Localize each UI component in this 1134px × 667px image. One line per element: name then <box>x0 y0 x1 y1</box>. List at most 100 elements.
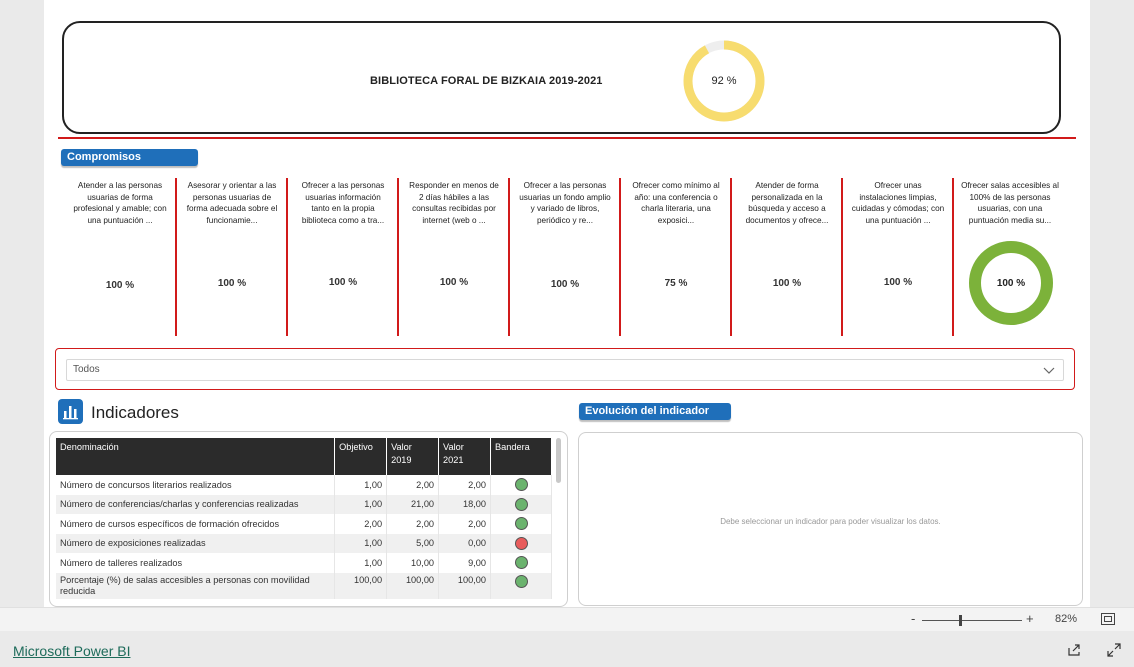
footer: Microsoft Power BI <box>0 631 1134 667</box>
cell-denominacion: Porcentaje (%) de salas accesibles a per… <box>56 572 336 599</box>
cell-objetivo: 1,00 <box>334 553 388 573</box>
zoom-slider-thumb[interactable] <box>959 615 962 626</box>
cell-denominacion: Número de exposiciones realizadas <box>56 533 336 553</box>
accessibility-donut[interactable]: 100 % <box>968 240 1054 326</box>
bar-chart-icon <box>58 399 83 424</box>
cell-denominacion: Número de cursos específicos de formació… <box>56 514 336 534</box>
column-header[interactable]: Valor 2019 <box>386 438 440 475</box>
cell-valor-2021: 2,00 <box>438 514 492 534</box>
commitment-card[interactable]: Atender de forma personalizada en la bús… <box>739 178 835 338</box>
report-canvas: BIBLIOTECA FORAL DE BIZKAIA 2019-2021 92… <box>44 0 1090 607</box>
header-card: BIBLIOTECA FORAL DE BIZKAIA 2019-2021 92… <box>62 21 1061 134</box>
table-row[interactable]: Número de conferencias/charlas y confere… <box>56 494 552 514</box>
commitment-value: 100 % <box>328 277 358 288</box>
commitment-value: 100 % <box>550 279 580 290</box>
cell-valor-2019: 5,00 <box>386 533 440 553</box>
commitments-label: Compromisos <box>67 151 141 163</box>
slicer-selected: Todos <box>73 364 100 375</box>
commitment-separator <box>397 178 399 336</box>
indicators-title: Indicadores <box>91 403 179 422</box>
cell-valor-2021: 2,00 <box>438 475 492 495</box>
flag-dot <box>514 574 528 588</box>
column-header[interactable]: Objetivo <box>334 438 388 475</box>
table-header-row: Denominación Objetivo Valor 2019 Valor 2… <box>56 438 552 475</box>
commitment-text: Atender a las personas usuarias de forma… <box>73 181 167 225</box>
indicators-table: Denominación Objetivo Valor 2019 Valor 2… <box>56 438 552 599</box>
cell-bandera <box>490 533 552 553</box>
cell-denominacion: Número de conferencias/charlas y confere… <box>56 494 336 514</box>
commitment-card[interactable]: Ofrecer como mínimo al año: una conferen… <box>628 178 724 338</box>
share-icon[interactable] <box>1067 643 1081 657</box>
commitment-text: Ofrecer salas accesibles al 100% de las … <box>961 181 1059 225</box>
commitments-header: Compromisos <box>61 149 198 166</box>
commitment-text: Asesorar y orientar a las personas usuar… <box>186 181 278 225</box>
zoom-in-button[interactable]: + <box>1026 611 1034 626</box>
fit-to-page-icon[interactable] <box>1101 613 1115 625</box>
table-scrollbar[interactable] <box>556 438 561 483</box>
commitment-card[interactable]: Responder en menos de 2 días hábiles a l… <box>406 178 502 338</box>
commitment-card[interactable]: Ofrecer a las personas usuarias un fondo… <box>517 178 613 338</box>
cell-objetivo: 100,00 <box>334 572 388 599</box>
commitment-value: 100 % <box>883 277 913 288</box>
commitment-card[interactable]: Ofrecer unas instalaciones limpias, cuid… <box>850 178 946 338</box>
evolution-label: Evolución del indicador <box>585 405 710 417</box>
column-header[interactable]: Denominación <box>56 438 336 475</box>
report-title: BIBLIOTECA FORAL DE BIZKAIA 2019-2021 <box>370 75 603 87</box>
cell-denominacion: Número de concursos literarios realizado… <box>56 475 336 495</box>
zoom-out-button[interactable]: - <box>911 611 915 626</box>
commitment-text: Responder en menos de 2 días hábiles a l… <box>409 181 499 225</box>
cell-valor-2021: 100,00 <box>438 572 492 599</box>
slicer-dropdown[interactable]: Todos <box>66 359 1064 381</box>
cell-bandera <box>490 514 552 534</box>
table-row[interactable]: Número de concursos literarios realizado… <box>56 475 552 495</box>
cell-valor-2021: 9,00 <box>438 553 492 573</box>
cell-valor-2019: 2,00 <box>386 475 440 495</box>
cell-valor-2019: 100,00 <box>386 572 440 599</box>
zoom-level: 82% <box>1055 613 1078 625</box>
column-header[interactable]: Valor 2021 <box>438 438 492 475</box>
flag-dot <box>514 517 528 531</box>
cell-valor-2019: 2,00 <box>386 514 440 534</box>
commitment-card[interactable]: Ofrecer a las personas usuarias informac… <box>295 178 391 338</box>
commitment-separator <box>175 178 177 336</box>
table-row[interactable]: Número de talleres realizados 1,00 10,00… <box>56 553 552 573</box>
accessibility-percent: 100 % <box>996 277 1026 289</box>
commitment-text: Atender de forma personalizada en la bús… <box>745 181 829 225</box>
indicators-table-card: Denominación Objetivo Valor 2019 Valor 2… <box>49 431 568 607</box>
commitment-separator <box>619 178 621 336</box>
cell-objetivo: 1,00 <box>334 533 388 553</box>
evolution-empty-message: Debe seleccionar un indicador para poder… <box>720 517 941 526</box>
cell-bandera <box>490 553 552 573</box>
table-row[interactable]: Porcentaje (%) de salas accesibles a per… <box>56 572 552 599</box>
expand-icon[interactable] <box>1107 643 1121 657</box>
commitment-separator <box>841 178 843 336</box>
cell-objetivo: 2,00 <box>334 514 388 534</box>
table-row[interactable]: Número de cursos específicos de formació… <box>56 514 552 534</box>
commitment-value: 100 % <box>105 280 135 291</box>
overall-percent: 92 % <box>711 75 737 87</box>
cell-valor-2019: 10,00 <box>386 553 440 573</box>
table-row[interactable]: Número de exposiciones realizadas 1,00 5… <box>56 533 552 553</box>
commitment-text: Ofrecer como mínimo al año: una conferen… <box>632 181 720 225</box>
commitment-card[interactable]: Asesorar y orientar a las personas usuar… <box>184 178 280 338</box>
flag-dot <box>514 536 528 550</box>
commitment-text: Ofrecer unas instalaciones limpias, cuid… <box>851 181 945 225</box>
flag-dot <box>514 556 528 570</box>
cell-bandera <box>490 494 552 514</box>
commitment-separator <box>952 178 954 336</box>
evolution-chart-card: Debe seleccionar un indicador para poder… <box>578 432 1083 606</box>
cell-bandera <box>490 475 552 495</box>
commitment-value: 100 % <box>217 278 247 289</box>
flag-dot <box>514 497 528 511</box>
column-header[interactable]: Bandera <box>490 438 552 475</box>
commitment-card[interactable]: Atender a las personas usuarias de forma… <box>72 178 168 338</box>
cell-objetivo: 1,00 <box>334 475 388 495</box>
power-bi-link[interactable]: Microsoft Power BI <box>13 643 130 659</box>
cell-bandera <box>490 572 552 599</box>
overall-donut[interactable]: 92 % <box>682 39 766 123</box>
evolution-header: Evolución del indicador <box>579 403 731 420</box>
commitment-separator <box>508 178 510 336</box>
zoom-slider-track[interactable] <box>922 620 1022 621</box>
cell-valor-2019: 21,00 <box>386 494 440 514</box>
chevron-down-icon <box>1043 367 1055 374</box>
